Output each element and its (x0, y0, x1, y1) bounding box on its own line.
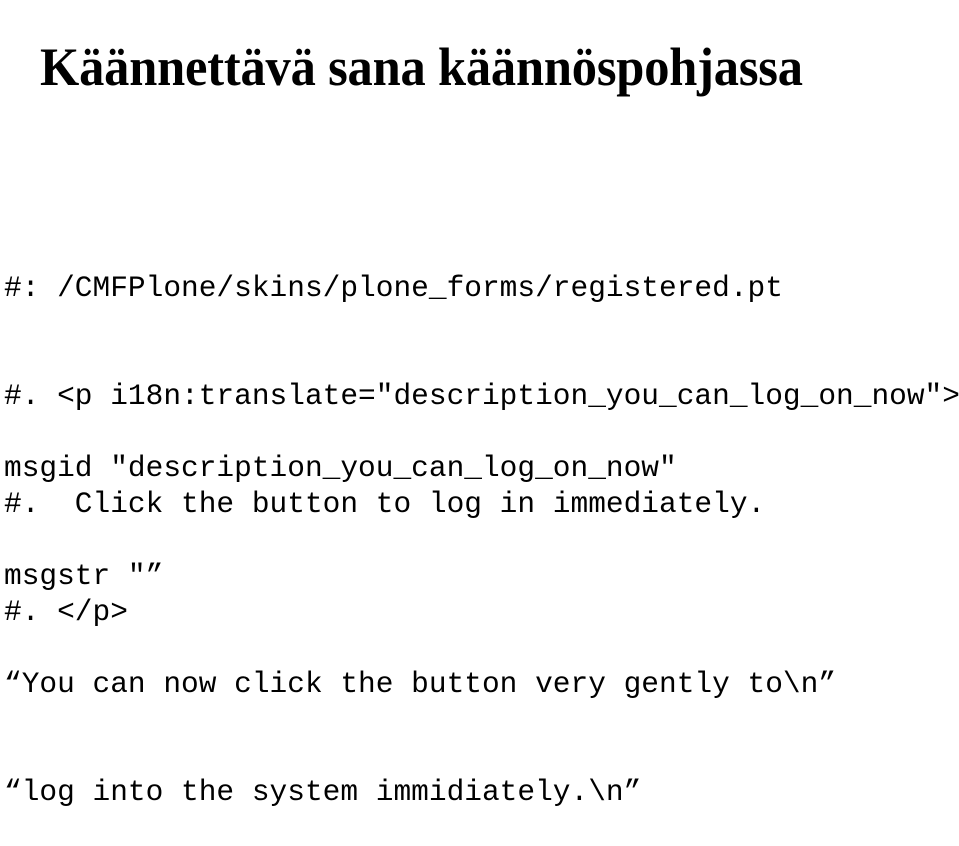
page-title: Käännettävä sana käännöspohjassa (40, 37, 803, 98)
po-msgstr-continuation-line: “log into the system immidiately.\n” (4, 775, 642, 809)
po-msgstr-line: msgstr "” (4, 559, 164, 593)
po-msgid-line: msgid "description_you_can_log_on_now" (4, 451, 677, 485)
po-comment-line: #: /CMFPlone/skins/plone_forms/registere… (4, 271, 783, 305)
po-msgstr-continuation-line: “You can now click the button very gentl… (4, 667, 837, 701)
po-message-block: msgid "description_you_can_log_on_now" m… (4, 378, 836, 846)
